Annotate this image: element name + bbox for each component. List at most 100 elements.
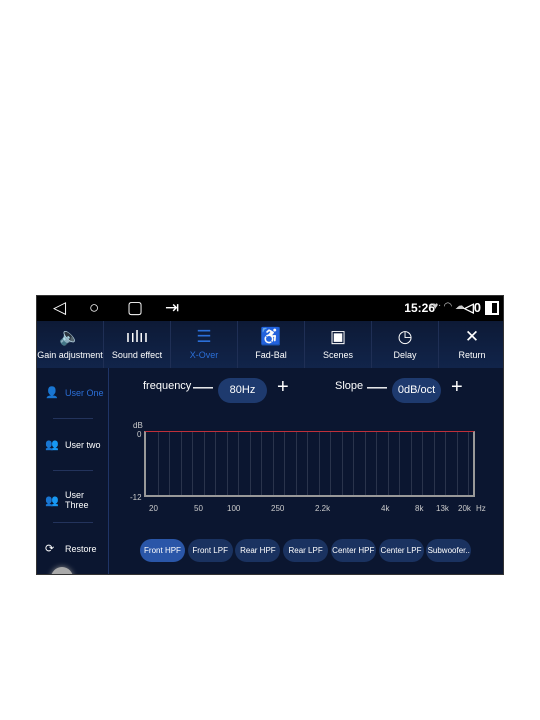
grid-line: [422, 432, 423, 495]
app-screen: ◁ ○ ▢ ⇥ 15:26 ▪♥ᐧ ◠ ☁ ◁0 🔈 Gain adjustmen…: [36, 295, 504, 575]
grid-line: [330, 432, 331, 495]
filter-button[interactable]: Rear LPF: [283, 539, 329, 562]
grid-line: [318, 432, 320, 495]
x-tick-label: 20k: [458, 504, 471, 513]
fader-balance-icon: ♿: [260, 327, 282, 346]
x-tick-label: 4k: [381, 504, 390, 513]
grid-line: [226, 432, 228, 495]
tab-x-over[interactable]: ☰ X-Over: [171, 321, 238, 368]
grid-line: [410, 432, 412, 495]
speaker-icon: 🔈: [59, 327, 81, 346]
slope-label: Slope: [335, 380, 364, 392]
frequency-decrease-button[interactable]: —: [193, 376, 213, 399]
xover-icon: ☰: [196, 327, 212, 346]
filter-button[interactable]: Center HPF: [330, 539, 376, 562]
volume-level: 0: [473, 300, 481, 315]
timer-icon: ◷: [397, 327, 413, 346]
sidebar-item-user-one[interactable]: 👤 User One: [45, 386, 109, 399]
x-tick-label: 250: [271, 504, 285, 513]
filter-button[interactable]: Rear HPF: [235, 539, 281, 562]
x-tick-label: 8k: [415, 504, 424, 513]
grid-line: [433, 432, 435, 495]
recent-apps-icon[interactable]: ▢: [127, 299, 143, 317]
sidebar-item-label: User One: [65, 387, 104, 398]
restore-button[interactable]: ⟳ Restore: [45, 542, 109, 555]
tab-label: X-Over: [189, 350, 219, 360]
tab-label: Gain adjustment: [37, 350, 103, 360]
volume-indicator[interactable]: ◁0: [464, 300, 481, 316]
sidebar-item-user-two[interactable]: 👥 User two: [45, 438, 109, 451]
filter-button[interactable]: Subwoofer..: [426, 539, 472, 562]
waveform-icon: ıılıı: [125, 327, 149, 346]
y-min-label: -12: [130, 493, 142, 502]
touch-indicator: [51, 567, 73, 574]
tab-label: Sound effect: [111, 350, 163, 360]
slope-decrease-button[interactable]: —: [367, 376, 387, 399]
grid-line: [169, 432, 170, 495]
x-tick-label: 100: [227, 504, 241, 513]
tab-label: Scenes: [322, 350, 354, 360]
grid-line: [238, 432, 239, 495]
grid-line: [364, 432, 366, 495]
tab-label: Fad-Bal: [255, 350, 287, 360]
grid-line: [307, 432, 308, 495]
status-bar: ◁ ○ ▢ ⇥ 15:26 ▪♥ᐧ ◠ ☁ ◁0: [37, 296, 503, 321]
grid-line: [272, 432, 274, 495]
filter-button[interactable]: Front LPF: [187, 539, 233, 562]
grid-line: [341, 432, 343, 495]
grid-line: [249, 432, 251, 495]
grid-line: [261, 432, 262, 495]
user-icon: 👤: [45, 387, 59, 399]
grid-line: [376, 432, 377, 495]
sidebar-item-label: User Three: [65, 490, 89, 510]
users-icon: 👥: [45, 439, 59, 451]
tab-bar: 🔈 Gain adjustment ıılıı Sound effect ☰ X-Over…: [37, 321, 503, 368]
x-tick-label: 50: [194, 504, 203, 513]
x-unit-label: Hz: [476, 504, 486, 513]
slope-increase-button[interactable]: +: [451, 376, 463, 399]
frequency-value: 80Hz: [218, 378, 267, 403]
crossover-graph: [144, 431, 475, 497]
frequency-increase-button[interactable]: +: [277, 376, 289, 399]
tab-delay[interactable]: ◷ Delay: [372, 321, 439, 368]
grid-line: [353, 432, 354, 495]
tab-gain-adjustment[interactable]: 🔈 Gain adjustment: [37, 321, 104, 368]
grid-line: [387, 432, 389, 495]
slope-value: 0dB/oct: [392, 378, 441, 403]
filter-button[interactable]: Center LPF: [378, 539, 424, 562]
divider: [53, 470, 93, 471]
split-screen-icon[interactable]: [485, 301, 499, 315]
grid-line: [445, 432, 446, 495]
filter-button[interactable]: Front HPF: [140, 539, 185, 562]
scenes-icon: ▣: [329, 327, 347, 346]
back-icon[interactable]: ◁: [53, 299, 66, 317]
x-tick-label: 2.2k: [315, 504, 331, 513]
x-tick-label: 20: [149, 504, 158, 513]
exit-icon[interactable]: ⇥: [165, 299, 179, 317]
sidebar-item-user-three[interactable]: 👥 User Three: [45, 490, 109, 510]
tab-return[interactable]: ✕ Return: [439, 321, 503, 368]
home-icon[interactable]: ○: [89, 299, 99, 317]
y-max-label: 0: [137, 430, 142, 439]
users-icon: 👥: [45, 494, 59, 507]
x-tick-label: 13k: [436, 504, 449, 513]
restore-label: Restore: [65, 543, 97, 554]
grid-line: [456, 432, 458, 495]
grid-line: [203, 432, 205, 495]
tab-scenes[interactable]: ▣ Scenes: [305, 321, 372, 368]
divider: [53, 522, 93, 523]
tab-fad-bal[interactable]: ♿ Fad-Bal: [238, 321, 305, 368]
tab-sound-effect[interactable]: ıılıı Sound effect: [104, 321, 171, 368]
grid-line: [192, 432, 193, 495]
grid-line: [180, 432, 182, 495]
grid-line: [468, 432, 469, 495]
grid-line: [295, 432, 297, 495]
tab-label: Delay: [393, 350, 417, 360]
grid-line: [284, 432, 285, 495]
grid-line: [157, 432, 159, 495]
divider: [53, 418, 93, 419]
refresh-icon: ⟳: [45, 543, 55, 555]
close-icon: ✕: [464, 327, 480, 346]
sidebar: 👤 User One 👥 User two 👥 User Three ⟳ Restore: [37, 368, 109, 574]
frequency-label: frequency: [143, 380, 192, 392]
